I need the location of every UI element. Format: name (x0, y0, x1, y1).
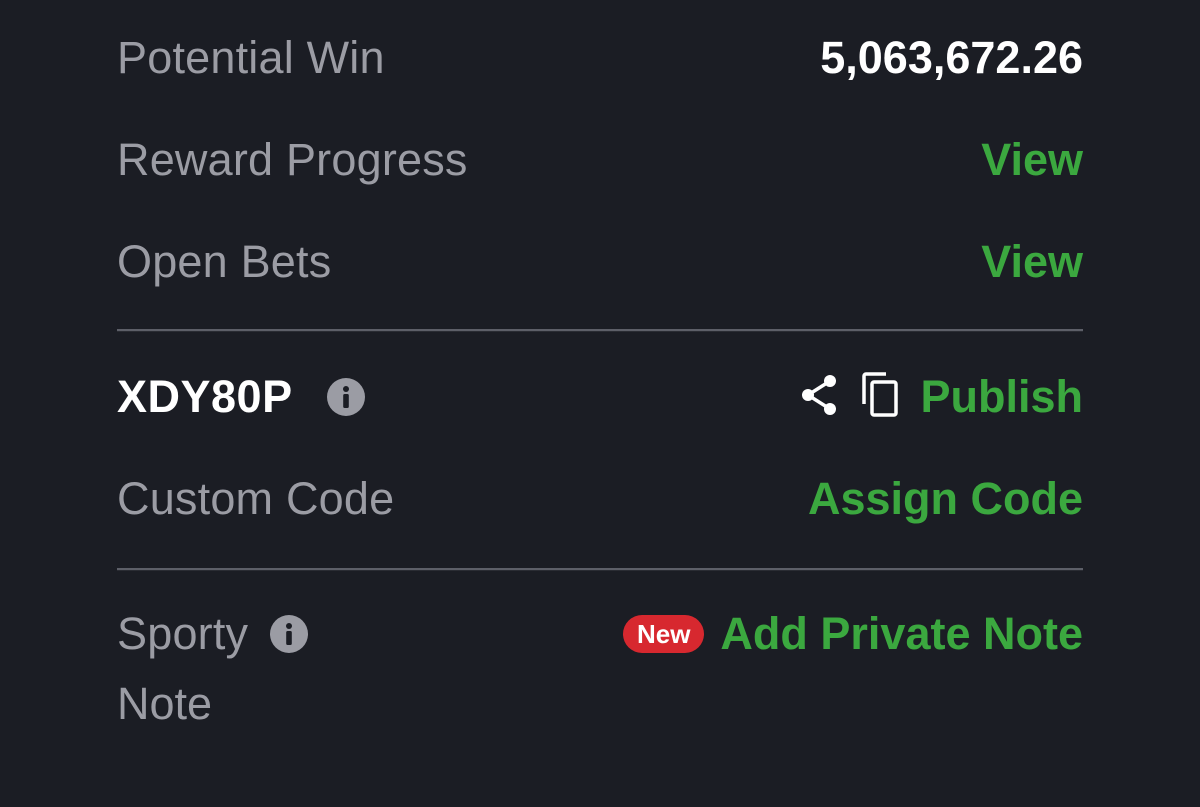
reward-progress-view-link[interactable]: View (981, 134, 1083, 186)
info-icon[interactable] (270, 615, 309, 653)
booking-code-group: XDY80P (117, 371, 365, 423)
sporty-note-label: Sporty (117, 608, 249, 659)
sporty-note-label-line2: Note (117, 678, 213, 729)
reward-progress-label: Reward Progress (117, 134, 468, 185)
custom-code-label: Custom Code (117, 473, 395, 524)
share-icon[interactable] (800, 374, 838, 421)
open-bets-row: Open Bets View (117, 232, 1083, 292)
potential-win-value: 5,063,672.26 (820, 32, 1083, 83)
booking-code-row: XDY80P Publish (117, 367, 1083, 427)
assign-code-button[interactable]: Assign Code (808, 473, 1083, 525)
betslip-summary-panel: Potential Win 5,063,672.26 Reward Progre… (0, 0, 1200, 807)
info-icon[interactable] (326, 378, 365, 416)
publish-button[interactable]: Publish (920, 371, 1083, 423)
booking-code: XDY80P (117, 371, 293, 422)
sporty-note-label-group: Sporty (117, 608, 309, 660)
add-private-note-button[interactable]: Add Private Note (720, 608, 1083, 660)
potential-win-label: Potential Win (117, 32, 385, 83)
divider (117, 329, 1083, 331)
open-bets-label: Open Bets (117, 236, 332, 287)
open-bets-view-link[interactable]: View (981, 236, 1083, 288)
copy-icon[interactable] (860, 371, 900, 423)
custom-code-row: Custom Code Assign Code (117, 469, 1083, 529)
reward-progress-row: Reward Progress View (117, 130, 1083, 190)
sporty-note-row: Sporty New Add Private Note (117, 604, 1083, 664)
booking-actions: Publish (800, 371, 1083, 423)
note-actions: New Add Private Note (622, 608, 1083, 660)
potential-win-row: Potential Win 5,063,672.26 (117, 28, 1083, 88)
divider (117, 568, 1083, 570)
new-badge: New (622, 615, 705, 653)
